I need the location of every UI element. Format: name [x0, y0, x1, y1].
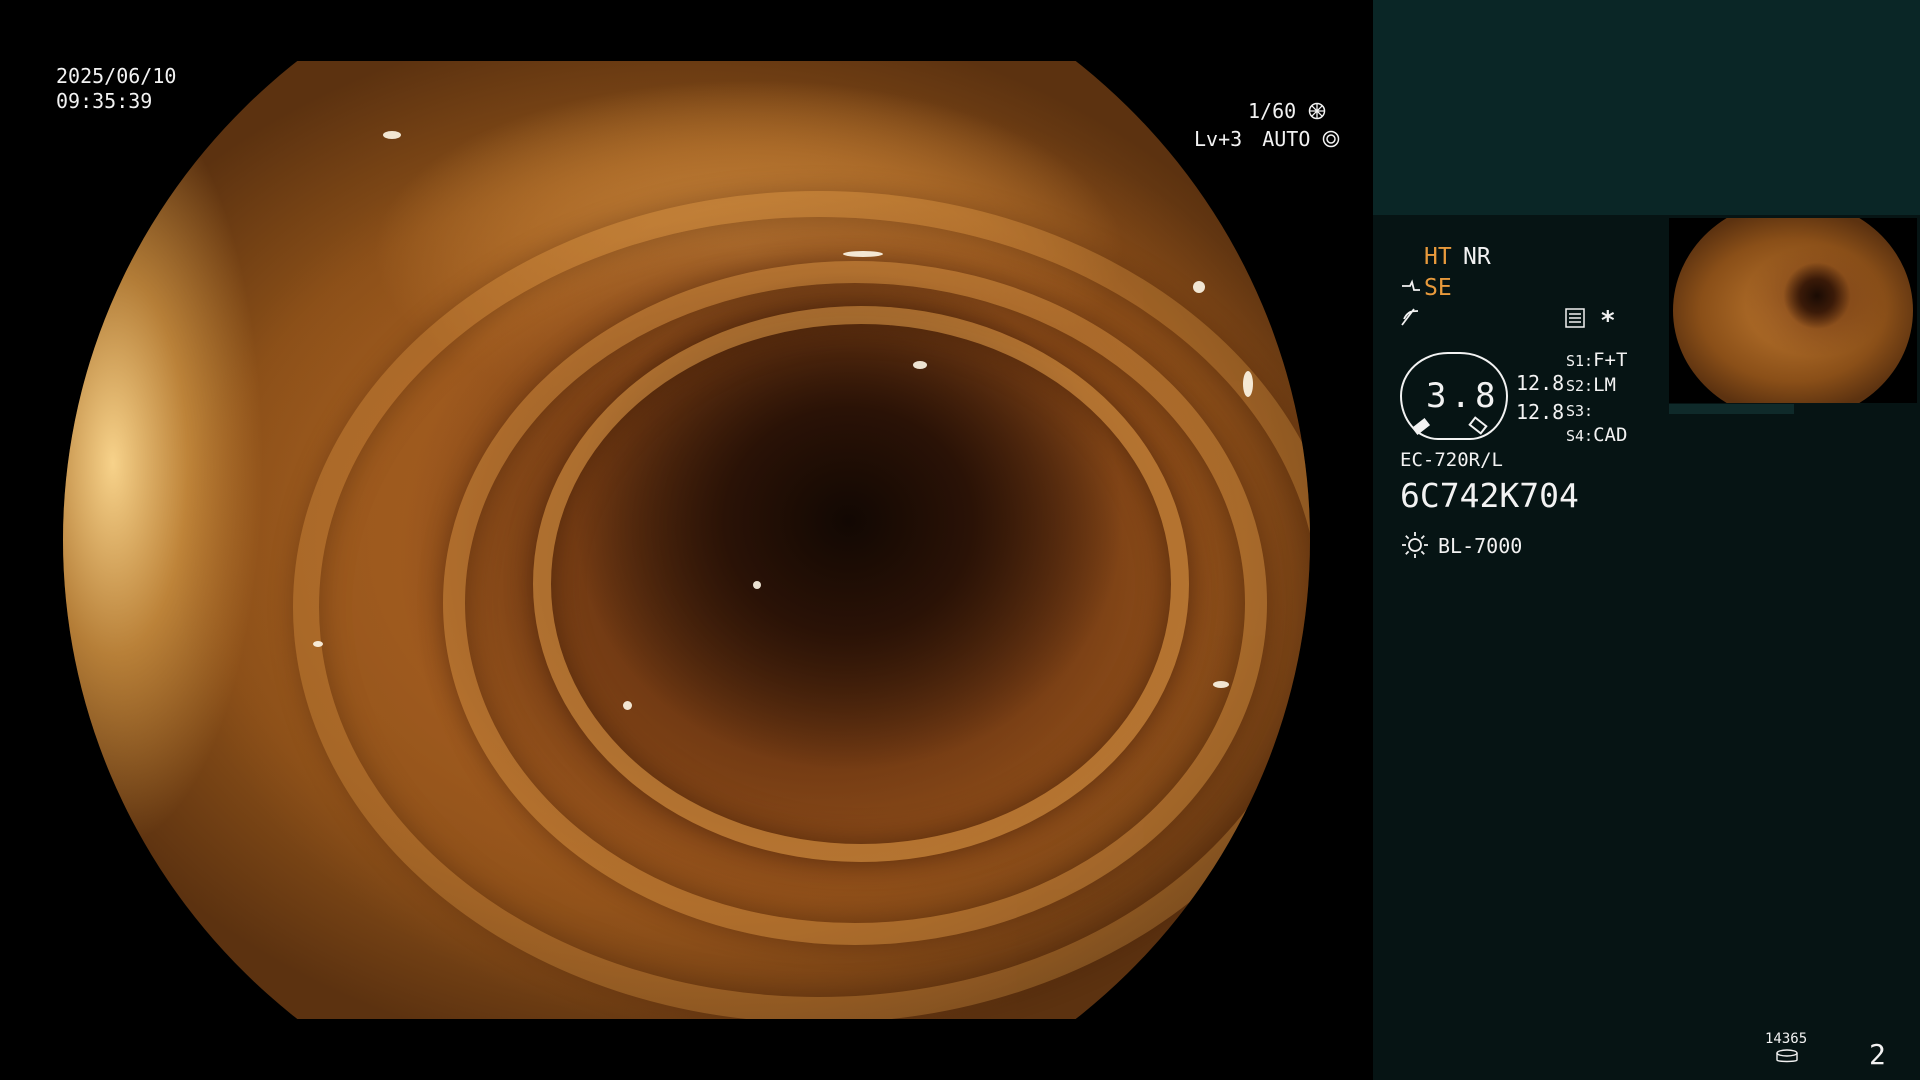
auto-iris-icon: [1323, 130, 1340, 148]
info-panel-header: [1373, 0, 1920, 215]
asterisk-indicator: *: [1600, 306, 1616, 336]
reading-a: 12.8: [1516, 371, 1565, 395]
storage-icon: [1776, 1049, 1798, 1063]
scope-model: EC-720R/L: [1400, 449, 1503, 471]
switch-row: S4:CAD: [1566, 424, 1627, 449]
page-index: 2: [1869, 1038, 1886, 1071]
specular-highlight: [383, 131, 401, 139]
thumbnail-caption-bar: [1669, 404, 1794, 414]
level-label: Lv+3: [1194, 127, 1243, 151]
light-source-model: BL-7000: [1438, 534, 1523, 558]
switch-row: S3:: [1566, 399, 1627, 424]
time-readout: 09:35:39: [56, 89, 153, 113]
specular-highlight: [913, 361, 927, 369]
switch-key: S3:: [1566, 402, 1594, 420]
date-readout: 2025/06/10: [56, 64, 177, 88]
shutter-icon: [1308, 102, 1326, 120]
switch-row: S1:F+T: [1566, 349, 1627, 374]
specular-highlight: [623, 701, 632, 710]
specular-highlight: [1193, 281, 1205, 293]
switch-settings: S1:F+T S2:LM S3: S4:CAD: [1566, 349, 1627, 449]
endoscope-video-view: [63, 61, 1310, 1019]
specular-highlight: [313, 641, 323, 647]
switch-value: F+T: [1593, 349, 1628, 371]
switch-key: S2:: [1566, 377, 1594, 395]
specular-highlight: [1213, 681, 1229, 688]
exposure-mode: Lv+3 AUTO: [1194, 127, 1340, 151]
switch-row: S2:LM: [1566, 374, 1627, 399]
se-indicator: SE: [1424, 275, 1452, 301]
nr-indicator: NR: [1463, 244, 1491, 270]
specular-highlight: [1243, 371, 1253, 397]
light-icon: [1402, 532, 1428, 558]
mode-label: AUTO: [1262, 127, 1311, 151]
shutter-speed: 1/60: [1248, 99, 1326, 123]
magnification-value: 3.8: [1426, 376, 1500, 416]
switch-key: S1:: [1566, 352, 1594, 370]
switch-value: CAD: [1593, 424, 1628, 446]
menu-icon: [1565, 308, 1585, 328]
switch-value: LM: [1593, 374, 1616, 396]
image-counter: 14365: [1765, 1031, 1808, 1047]
thumbnail-image: [1673, 218, 1913, 403]
specular-highlight: [753, 581, 761, 589]
ht-indicator: HT: [1424, 244, 1452, 270]
flicker-icon: [1401, 308, 1419, 326]
shutter-label: 1/60: [1248, 99, 1297, 123]
specular-highlight: [843, 251, 883, 257]
capture-thumbnail[interactable]: [1669, 218, 1917, 403]
switch-key: S4:: [1566, 427, 1594, 445]
reading-b: 12.8: [1516, 400, 1565, 424]
scope-serial: 6C742K704: [1400, 476, 1579, 515]
mucosal-fold: [293, 191, 1310, 1019]
scope-icon: [1402, 279, 1420, 291]
